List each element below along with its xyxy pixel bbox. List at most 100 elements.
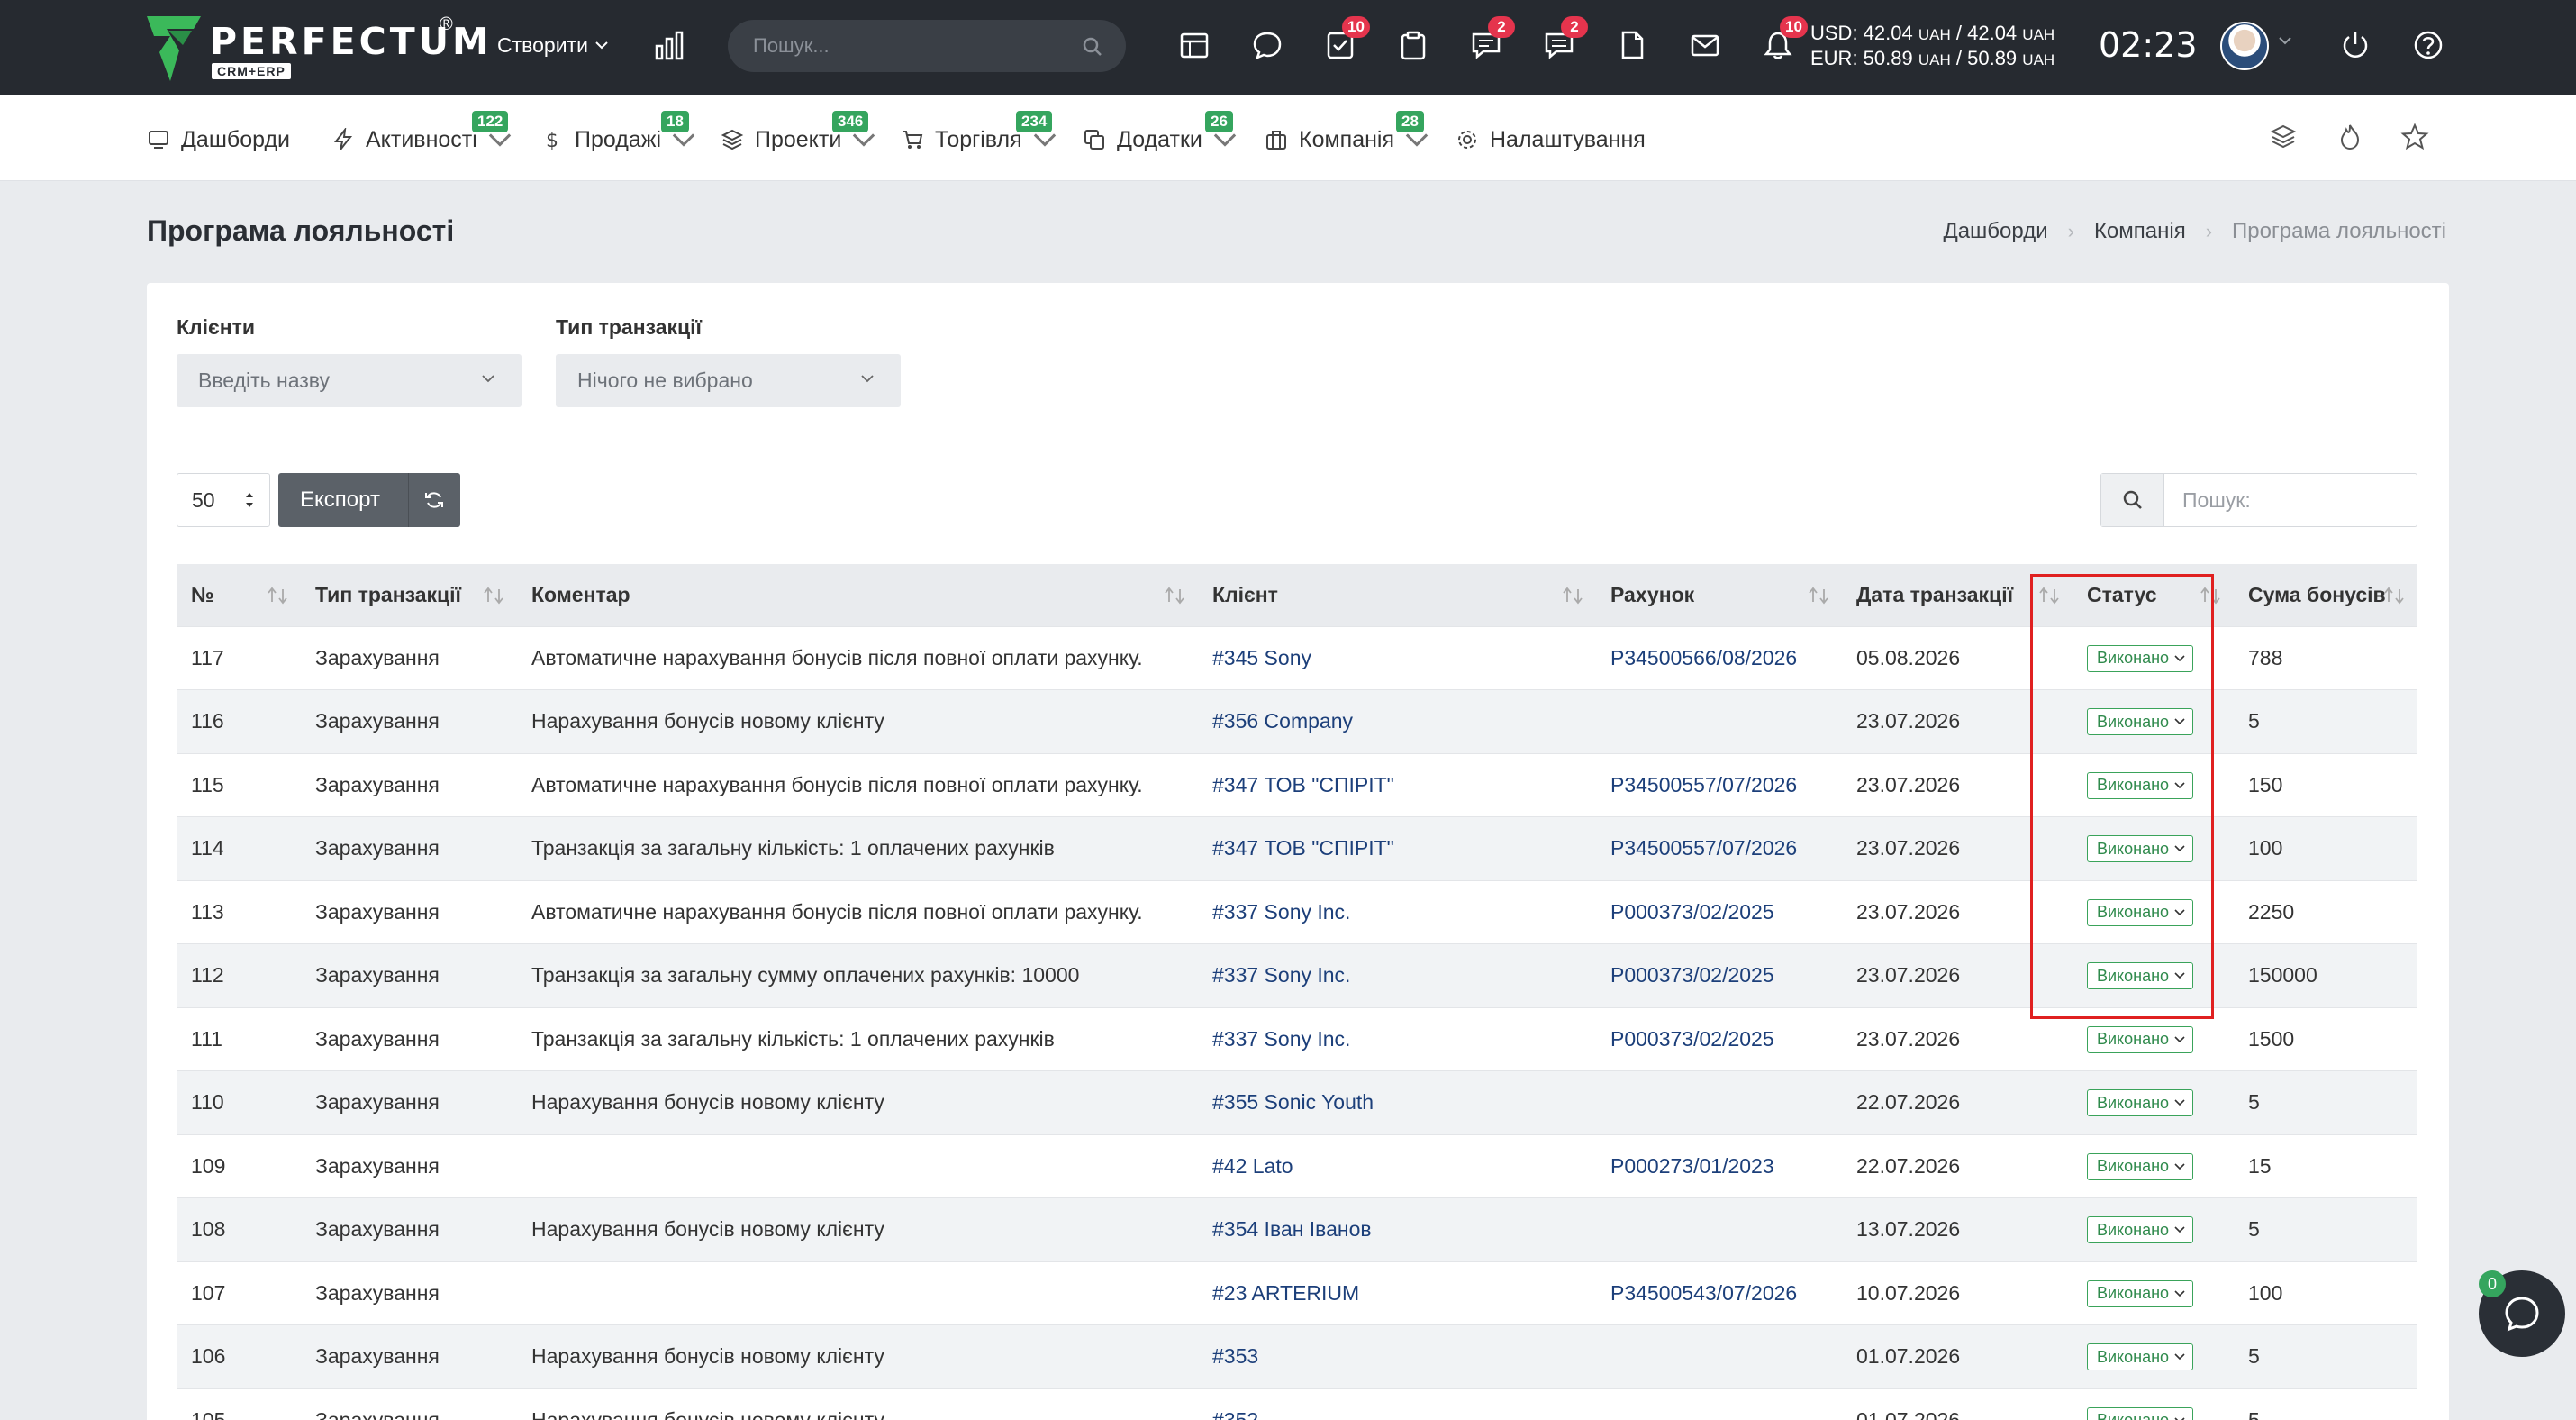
document-icon[interactable]: [1614, 27, 1650, 63]
lightning-icon: [333, 128, 353, 150]
star-icon[interactable]: [2399, 122, 2430, 152]
breadcrumb-company[interactable]: Компанія: [2094, 219, 2186, 244]
client-link[interactable]: #42 Lato: [1212, 1154, 1293, 1178]
help-icon[interactable]: [2410, 27, 2446, 63]
column-header[interactable]: Сума бонусів: [2234, 564, 2417, 626]
status-dropdown[interactable]: Виконано: [2087, 771, 2194, 799]
sort-icon[interactable]: [2200, 586, 2223, 605]
nav-item-trade[interactable]: Торгівля 234: [901, 111, 1057, 158]
column-header[interactable]: Рахунок: [1596, 564, 1842, 626]
transaction-type-filter-select[interactable]: Нічого не вибрано: [556, 354, 901, 407]
export-button[interactable]: Експорт: [278, 473, 460, 527]
client-link[interactable]: #354 Іван Іванов: [1212, 1217, 1372, 1241]
cell-bonus-amount: 150000: [2234, 943, 2417, 1007]
support-icon[interactable]: 2: [1468, 16, 1515, 63]
global-search[interactable]: [728, 20, 1126, 72]
sort-icon[interactable]: [2038, 586, 2062, 605]
invoice-link[interactable]: P000273/01/2023: [1610, 1154, 1774, 1178]
sort-icon[interactable]: [1562, 586, 1585, 605]
table-row: 112 Зарахування Транзакція за загальну сум…: [177, 943, 2417, 1007]
refresh-icon[interactable]: [409, 489, 459, 511]
cell-date: 13.07.2026: [1842, 1197, 2073, 1261]
nav-item-addons[interactable]: Додатки 26: [1083, 111, 1237, 158]
column-header[interactable]: Коментар: [517, 564, 1198, 626]
chevron-down-icon[interactable]: [2279, 36, 2291, 45]
sort-icon[interactable]: [483, 586, 506, 605]
cell-date: 23.07.2026: [1842, 816, 2073, 880]
nav-item-sales[interactable]: $ Продажі 18: [540, 111, 695, 158]
client-link[interactable]: #23 ARTERIUM: [1212, 1281, 1359, 1305]
status-dropdown[interactable]: Виконано: [2087, 1025, 2194, 1053]
table-search[interactable]: [2100, 473, 2417, 527]
nav-item-settings[interactable]: Налаштування: [1456, 122, 1646, 158]
column-header[interactable]: Статус: [2073, 564, 2234, 626]
client-link[interactable]: #337 Sony Inc.: [1212, 1027, 1350, 1051]
client-link[interactable]: #352: [1212, 1408, 1258, 1420]
status-dropdown[interactable]: Виконано: [2087, 1406, 2194, 1420]
nav-badge-projects: 346: [832, 111, 869, 132]
create-button[interactable]: Створити: [497, 29, 608, 61]
status-dropdown[interactable]: Виконано: [2087, 835, 2194, 862]
client-link[interactable]: #337 Sony Inc.: [1212, 900, 1350, 924]
table-search-input[interactable]: [2164, 474, 2408, 526]
client-link[interactable]: #353: [1212, 1344, 1258, 1368]
status-dropdown[interactable]: Виконано: [2087, 1216, 2194, 1243]
notifications-icon[interactable]: 10: [1760, 16, 1808, 63]
nav-item-company[interactable]: Компанія 28: [1265, 111, 1429, 158]
client-link[interactable]: #337 Sony Inc.: [1212, 963, 1350, 987]
sort-icon[interactable]: [2383, 586, 2407, 605]
status-dropdown[interactable]: Виконано: [2087, 1279, 2194, 1307]
invoice-link[interactable]: P000373/02/2025: [1610, 963, 1774, 987]
chat-widget-button[interactable]: 0: [2479, 1270, 2565, 1357]
clipboard-icon[interactable]: [1395, 27, 1431, 63]
page-length-select[interactable]: 50: [177, 473, 270, 527]
stats-icon[interactable]: [654, 30, 685, 60]
cell-comment: Автоматичне нарахування бонусів після по…: [517, 752, 1198, 817]
status-dropdown[interactable]: Виконано: [2087, 962, 2194, 989]
status-dropdown[interactable]: Виконано: [2087, 1152, 2194, 1180]
status-dropdown[interactable]: Виконано: [2087, 644, 2194, 672]
global-search-input[interactable]: [753, 34, 1077, 58]
status-dropdown[interactable]: Виконано: [2087, 708, 2194, 735]
cell-status: Виконано: [2073, 689, 2234, 753]
sort-icon[interactable]: [267, 586, 290, 605]
nav-badge-addons: 26: [1205, 111, 1233, 132]
table-row: 113 Зарахування Автоматичне нарахування бо…: [177, 879, 2417, 944]
column-header[interactable]: Дата транзакції: [1842, 564, 2073, 626]
fire-icon[interactable]: [2335, 122, 2365, 152]
nav-item-activities[interactable]: Активності 122: [331, 111, 512, 158]
invoice-link[interactable]: P34500557/07/2026: [1610, 836, 1797, 860]
invoice-link[interactable]: P34500543/07/2026: [1610, 1281, 1797, 1305]
invoice-link[interactable]: P000373/02/2025: [1610, 900, 1774, 924]
avatar[interactable]: [2220, 22, 2269, 70]
client-link[interactable]: #356 Company: [1212, 709, 1353, 733]
nav-item-projects[interactable]: Проекти 346: [721, 111, 875, 158]
mail-icon[interactable]: [1687, 27, 1723, 63]
breadcrumb-dashboards[interactable]: Дашборди: [1943, 219, 2047, 244]
client-link[interactable]: #347 ТОВ "СПІРІТ": [1212, 836, 1394, 860]
tasks-icon[interactable]: 10: [1322, 16, 1370, 63]
nav-item-dashboards[interactable]: Дашборди: [147, 122, 290, 158]
column-header[interactable]: №: [177, 564, 301, 626]
power-icon[interactable]: [2337, 27, 2373, 63]
cell-date: 22.07.2026: [1842, 1133, 2073, 1198]
invoice-link[interactable]: P000373/02/2025: [1610, 1027, 1774, 1051]
client-link[interactable]: #355 Sonic Youth: [1212, 1090, 1374, 1114]
messages-icon[interactable]: 2: [1541, 16, 1588, 63]
status-dropdown[interactable]: Виконано: [2087, 1343, 2194, 1370]
status-dropdown[interactable]: Виконано: [2087, 1089, 2194, 1116]
invoice-link[interactable]: P34500557/07/2026: [1610, 773, 1797, 796]
client-link[interactable]: #347 ТОВ "СПІРІТ": [1212, 773, 1394, 796]
status-dropdown[interactable]: Виконано: [2087, 898, 2194, 926]
chat-icon[interactable]: [1249, 27, 1285, 63]
column-header[interactable]: Клієнт: [1198, 564, 1596, 626]
sort-icon[interactable]: [1164, 586, 1187, 605]
calendar-icon[interactable]: [1176, 27, 1212, 63]
column-header[interactable]: Тип транзакції: [301, 564, 517, 626]
invoice-link[interactable]: P34500566/08/2026: [1610, 646, 1797, 669]
sort-icon[interactable]: [1808, 586, 1831, 605]
client-link[interactable]: #345 Sony: [1212, 646, 1311, 669]
logo[interactable]: PERFECTUM ® CRM+ERP: [147, 14, 489, 81]
layers-icon[interactable]: [2268, 122, 2299, 152]
clients-filter-select[interactable]: Введіть назву: [177, 354, 522, 407]
